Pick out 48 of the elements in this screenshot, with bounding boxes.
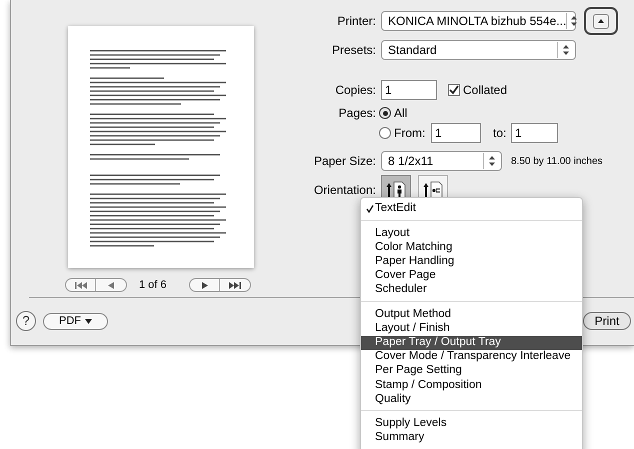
menu-item[interactable]: Layout [361,226,582,240]
help-button[interactable]: ? [16,311,36,331]
menu-item[interactable]: Quality [361,392,582,406]
menu-item[interactable]: Color Matching [361,240,582,255]
paper-dimensions: 8.50 by 11.00 inches [511,154,603,168]
to-label: to: [493,125,508,142]
menu-item[interactable]: Per Page Setting [361,364,582,378]
field-label: Printer: [336,13,376,30]
stepper-arrows-icon [562,44,570,56]
stepper-arrows-icon [570,15,578,27]
forward-arrow-icon [202,282,208,289]
paper-size-dropdown[interactable]: 8 1/2x11 [381,151,502,171]
menu-item[interactable]: Supply Levels [361,416,582,431]
field-label: Presets: [330,42,376,59]
back-arrow-icon [108,282,114,289]
radio-button[interactable]: From: [379,124,431,142]
menu-item[interactable]: Paper Handling [361,254,582,269]
menu-item[interactable]: Output Method [361,307,582,322]
menu-item[interactable]: Paper Tray / Output Tray [361,336,582,350]
print-button[interactable]: Print [583,312,631,330]
disclosure-button[interactable] [593,14,609,28]
menu-item[interactable]: Cover Page [361,268,582,283]
skip-forward-icon [229,282,241,289]
field-label: Pages: [338,105,376,122]
menu-item[interactable]: Scheduler [361,282,582,298]
to-page-field[interactable]: 1 [511,123,558,143]
menu-item[interactable]: TextEdit [361,202,582,216]
stepper-arrows-icon [488,155,496,167]
dropdown-triangle-icon [85,318,92,324]
from-page-field[interactable]: 1 [431,123,481,143]
field-label: Orientation: [312,182,376,199]
pdf-button[interactable]: PDF [43,312,108,330]
field-label: Copies: [334,82,376,99]
checkmark-icon [366,205,374,214]
skip-back-icon [74,282,86,289]
up-triangle-icon [598,19,604,23]
printer-dropdown[interactable]: KONICA MINOLTA bizhub 554e... [381,11,576,31]
page-indicator: 1 of 6 [139,278,168,293]
checkmark-icon [449,85,459,95]
menu-item[interactable]: Summary [361,430,582,445]
presets-dropdown[interactable]: Standard [381,40,576,60]
copies-field[interactable]: 1 [381,80,437,100]
menu-item[interactable]: Cover Mode / Transparency Interleave [361,350,582,364]
collated-checkbox[interactable]: Collated [448,81,508,99]
field-label: Paper Size: [312,153,376,170]
radio-button[interactable]: All [379,104,408,122]
menu-item[interactable]: Stamp / Composition [361,378,582,392]
menu-item[interactable]: Layout / Finish [361,321,582,336]
